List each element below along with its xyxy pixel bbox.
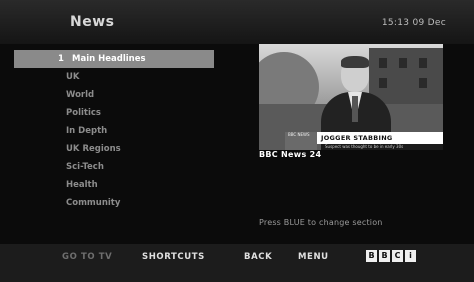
shortcuts-button[interactable]: SHORTCUTS	[142, 252, 205, 262]
video-caption-subtitle: Suspect was thought to be in early 30s	[321, 144, 443, 150]
menu-item-number: 1	[58, 54, 64, 64]
go-to-tv-button[interactable]: GO TO TV	[62, 252, 112, 262]
clock: 15:13 09 Dec	[381, 18, 446, 28]
logo-letter: B	[366, 250, 377, 262]
menu-item-politics[interactable]: Politics	[14, 104, 254, 122]
building-window	[379, 78, 387, 88]
bbci-logo: B B C i	[366, 250, 416, 262]
back-button[interactable]: BACK	[244, 252, 272, 262]
menu-item-label: Health	[66, 180, 98, 190]
video-caption-logo: BBC NEWS	[285, 132, 317, 150]
header-bar: News 15:13 09 Dec	[0, 0, 474, 44]
menu-item-sci-tech[interactable]: Sci-Tech	[14, 158, 254, 176]
menu-item-label: Sci-Tech	[66, 162, 104, 172]
tv-screen: News 15:13 09 Dec 1 Main Headlines UK Wo…	[0, 0, 474, 282]
menu-item-uk-regions[interactable]: UK Regions	[14, 140, 254, 158]
building-window	[399, 58, 407, 68]
section-menu: 1 Main Headlines UK World Politics In De…	[14, 50, 254, 212]
menu-item-label: In Depth	[66, 126, 108, 136]
building-window	[419, 58, 427, 68]
logo-letter: B	[379, 250, 390, 262]
channel-label: BBC News 24	[259, 150, 322, 159]
menu-item-world[interactable]: World	[14, 86, 254, 104]
menu-item-in-depth[interactable]: In Depth	[14, 122, 254, 140]
menu-item-label: Community	[66, 198, 121, 208]
menu-button[interactable]: MENU	[298, 252, 329, 262]
menu-item-main-headlines[interactable]: 1 Main Headlines	[14, 50, 214, 68]
reporter-tie	[352, 96, 358, 122]
menu-item-label: Main Headlines	[72, 54, 146, 64]
section-hint: Press BLUE to change section	[259, 218, 383, 227]
logo-letter: C	[392, 250, 403, 262]
menu-item-health[interactable]: Health	[14, 176, 254, 194]
reporter-hair	[341, 56, 369, 68]
menu-item-uk[interactable]: UK	[14, 68, 254, 86]
menu-item-community[interactable]: Community	[14, 194, 254, 212]
video-preview[interactable]: JOGGER STABBING Suspect was thought to b…	[259, 44, 443, 150]
menu-item-label: UK	[66, 72, 80, 82]
building-window	[379, 58, 387, 68]
building-window	[419, 78, 427, 88]
menu-item-label: World	[66, 90, 95, 100]
logo-letter: i	[405, 250, 416, 262]
menu-item-label: Politics	[66, 108, 101, 118]
page-title: News	[70, 14, 115, 30]
menu-item-label: UK Regions	[66, 144, 121, 154]
